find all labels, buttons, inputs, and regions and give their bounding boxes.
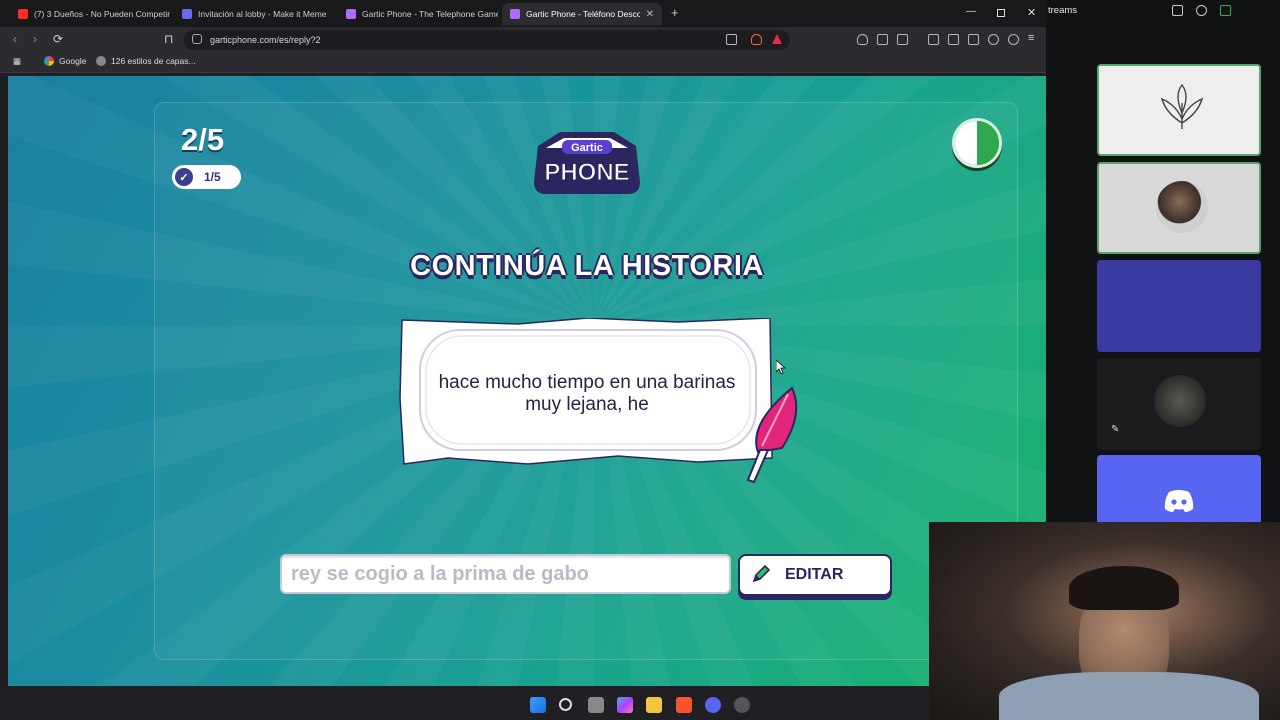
mouse-cursor-icon — [776, 360, 786, 374]
windows-start-icon[interactable] — [530, 697, 546, 713]
url-text: garticphone.com/es/reply?2 — [210, 35, 321, 45]
bookmark-icon[interactable]: ⊓ — [164, 32, 173, 46]
vpn-icon[interactable] — [1008, 34, 1019, 45]
reload-icon[interactable]: ⟳ — [53, 32, 63, 46]
sidebar-title: treams — [1048, 5, 1078, 16]
tab-title: Invitación al lobby - Make it Meme — [198, 9, 327, 19]
menu-icon[interactable]: ≡ — [1028, 32, 1034, 44]
tab-bar: (7) 3 Dueños - No Pueden Competir Invita… — [0, 0, 1046, 27]
tab-title: Gartic Phone - The Telephone Game — [362, 9, 498, 19]
shield-icon[interactable] — [857, 34, 868, 45]
new-tab-icon[interactable]: + — [671, 5, 679, 20]
close-tab-icon[interactable]: ✕ — [640, 9, 654, 20]
brave-rewards-icon[interactable] — [772, 34, 782, 44]
task-view-icon[interactable] — [588, 697, 604, 713]
tab-title: (7) 3 Dueños - No Pueden Competir — [34, 9, 170, 19]
screen-icon[interactable] — [1172, 5, 1183, 16]
players-done-badge: ✓ 1/5 — [172, 165, 241, 189]
maximize-icon[interactable] — [997, 9, 1005, 17]
download-icon[interactable] — [1220, 5, 1231, 16]
discord-taskbar-icon[interactable] — [705, 697, 721, 713]
bookmark-label: 126 estilos de capas... — [111, 56, 196, 66]
globe-icon — [96, 56, 106, 66]
brave-browser-icon[interactable] — [676, 697, 692, 713]
discord-icon — [1164, 490, 1194, 512]
site-info-icon[interactable] — [192, 34, 202, 44]
toolbar: ‹ › ⟳ ⊓ garticphone.com/es/reply?2 ≡ — [0, 27, 1046, 53]
answer-text: rey se cogio a la prima de gabo — [291, 562, 589, 585]
tab-make-it-meme[interactable]: Invitación al lobby - Make it Meme — [174, 3, 334, 25]
tab-gartic-es[interactable]: Gartic Phone - Teléfono Descom ✕ — [502, 3, 662, 25]
person-shirt — [999, 672, 1259, 720]
logo-bottom-text: PHONE — [544, 159, 629, 186]
media-icon[interactable] — [928, 34, 939, 45]
meme-icon — [182, 9, 192, 19]
gartic-page: 2/5 ✓ 1/5 Gartic PHONE CONTINÚA LA HISTO… — [8, 76, 1046, 686]
leaf-avatar-icon — [1160, 83, 1204, 129]
obs-icon[interactable] — [734, 697, 750, 713]
browser-window: (7) 3 Dueños - No Pueden Competir Invita… — [0, 0, 1046, 690]
muted-mic-icon: ✎ — [1111, 424, 1120, 435]
edit-button[interactable]: EDITAR — [738, 554, 892, 596]
feather-pen-icon — [746, 386, 798, 484]
minimize-icon[interactable]: — — [966, 6, 976, 17]
gartic-icon — [346, 9, 356, 19]
extensions-icon[interactable] — [877, 34, 888, 45]
stream-tile[interactable] — [1097, 455, 1261, 525]
bookmark-label: Google — [59, 56, 87, 66]
page-title: CONTINÚA LA HISTORIA — [410, 250, 764, 282]
tab-gartic-en[interactable]: Gartic Phone - The Telephone Game — [338, 3, 498, 25]
youtube-icon — [18, 9, 28, 19]
person-hair — [1069, 566, 1179, 610]
edit-label: EDITAR — [785, 566, 844, 583]
tab-title: Gartic Phone - Teléfono Descom — [526, 9, 640, 19]
gartic-phone-logo: Gartic PHONE — [534, 132, 640, 194]
share-icon[interactable] — [726, 34, 737, 45]
stream-tile[interactable] — [1097, 64, 1261, 156]
copilot-icon[interactable] — [617, 697, 633, 713]
stream-tile[interactable] — [1097, 162, 1261, 254]
google-icon — [44, 56, 54, 66]
taskbar — [0, 690, 929, 720]
stream-tile[interactable]: ✎ — [1097, 358, 1261, 450]
pencil-icon — [752, 564, 771, 583]
stream-tile[interactable] — [1097, 260, 1261, 352]
timer-icon — [952, 118, 1002, 168]
help-icon[interactable] — [1196, 5, 1207, 16]
screenshot-icon[interactable] — [897, 34, 908, 45]
wallet-icon[interactable] — [968, 34, 979, 45]
bookmark-capas[interactable]: 126 estilos de capas... — [96, 56, 196, 66]
file-explorer-icon[interactable] — [646, 697, 662, 713]
story-text: hace mucho tiempo en una barinas muy lej… — [438, 372, 736, 415]
bookmark-google[interactable]: Google — [44, 56, 86, 66]
leo-ai-icon[interactable] — [988, 34, 999, 45]
close-window-icon[interactable]: ✕ — [1027, 6, 1036, 19]
players-done-count: 1/5 — [204, 170, 221, 184]
sidebar-icon[interactable] — [948, 34, 959, 45]
avatar — [1156, 181, 1208, 233]
logo-top-text: Gartic — [571, 142, 603, 154]
story-answer-input[interactable]: rey se cogio a la prima de gabo — [280, 554, 731, 594]
round-counter: 2/5 — [181, 122, 225, 157]
bookmarks-bar: ▦ Google 126 estilos de capas... — [0, 53, 1046, 73]
webcam-feed — [929, 522, 1280, 720]
address-bar[interactable]: garticphone.com/es/reply?2 — [184, 30, 790, 50]
tab-youtube[interactable]: (7) 3 Dueños - No Pueden Competir — [10, 3, 170, 25]
gartic-icon — [510, 9, 520, 19]
search-icon[interactable] — [559, 698, 572, 711]
apps-icon[interactable]: ▦ — [13, 56, 21, 67]
check-icon: ✓ — [175, 168, 193, 186]
forward-icon[interactable]: › — [33, 32, 37, 46]
back-icon[interactable]: ‹ — [13, 32, 17, 46]
stream-sidebar: treams ✎ — [1046, 0, 1280, 525]
avatar — [1154, 375, 1206, 427]
brave-shields-icon[interactable] — [751, 34, 762, 45]
